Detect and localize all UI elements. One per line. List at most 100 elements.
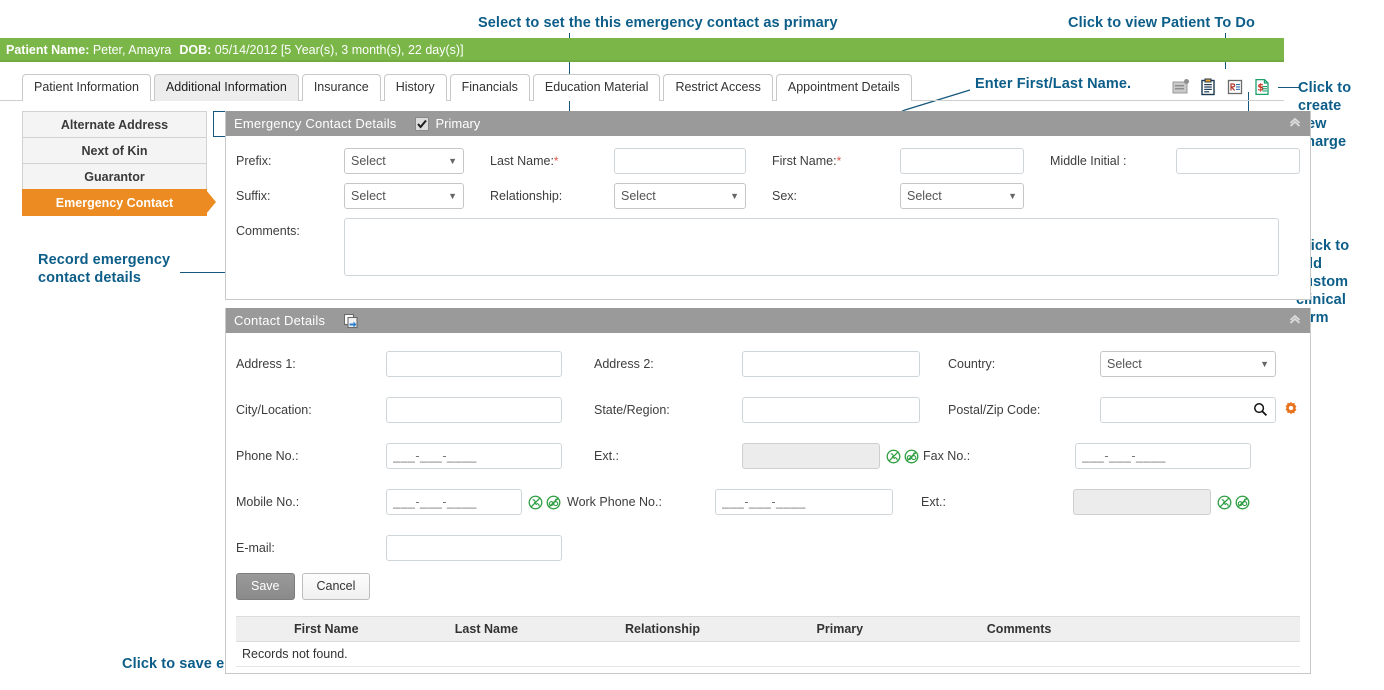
sex-select[interactable]: Select ▼: [900, 183, 1024, 209]
tab-patient-information[interactable]: Patient Information: [22, 74, 151, 101]
postal-input-wrapper: [1100, 397, 1276, 423]
chevron-down-icon: ▼: [1260, 359, 1269, 369]
chevron-down-icon: ▼: [1008, 191, 1017, 201]
copy-from-patient-icon[interactable]: [343, 313, 359, 329]
emergency-row-2: Suffix: Select ▼ Relationship: Select ▼ …: [236, 183, 1300, 209]
phone-input[interactable]: [386, 443, 562, 469]
annotation-patient-todo: Click to view Patient To Do: [1068, 15, 1255, 31]
last-name-input[interactable]: [614, 148, 746, 174]
address1-input[interactable]: [386, 351, 562, 377]
emergency-contact-panel: Emergency Contact Details Primary Prefix…: [225, 111, 1311, 300]
phone-nocall-icons: [886, 449, 919, 464]
prefix-select[interactable]: Select ▼: [344, 148, 464, 174]
patient-name-value: Peter, Amayra: [92, 43, 172, 57]
chevron-up-icon[interactable]: [1288, 115, 1302, 129]
sidebar-item-guarantor[interactable]: Guarantor: [22, 163, 207, 189]
contact-details-panel-title: Contact Details: [234, 313, 326, 328]
emergency-row-3: Comments:: [236, 218, 1300, 276]
relationship-select-value: Select: [621, 189, 656, 203]
middle-initial-input[interactable]: [1176, 148, 1300, 174]
country-select[interactable]: Select ▼: [1100, 351, 1276, 377]
do-not-call-icon[interactable]: [528, 495, 543, 510]
comments-textarea[interactable]: [344, 218, 1279, 276]
ext2-input[interactable]: [1073, 489, 1211, 515]
first-name-input[interactable]: [900, 148, 1024, 174]
patient-name-group: Patient Name: Peter, Amayra: [6, 43, 171, 57]
main-tabstrip: Patient Information Additional Informati…: [0, 72, 1284, 101]
postal-label: Postal/Zip Code:: [948, 403, 1041, 417]
tab-financials[interactable]: Financials: [449, 74, 530, 101]
country-label: Country:: [948, 357, 996, 371]
do-not-text-icon[interactable]: [1235, 495, 1250, 510]
patient-dob-group: DOB: 05/14/2012 [5 Year(s), 3 month(s), …: [179, 43, 463, 57]
application-window: Patient Name: Peter, Amayra DOB: 05/14/2…: [0, 38, 1311, 674]
fax-label: Fax No.:: [923, 449, 971, 463]
primary-checkbox[interactable]: [414, 116, 429, 131]
ext1-input[interactable]: [742, 443, 880, 469]
col-last-name[interactable]: Last Name: [448, 616, 620, 642]
contact-row-3: Phone No.: Ext.:: [236, 443, 1300, 469]
do-not-call-icon[interactable]: [1217, 495, 1232, 510]
postal-input[interactable]: [1100, 397, 1276, 423]
chevron-up-icon[interactable]: [1288, 312, 1302, 326]
country-select-value: Select: [1107, 357, 1142, 371]
do-not-text-icon[interactable]: [904, 449, 919, 464]
last-name-label-text: Last Name:: [490, 154, 554, 168]
chevron-down-icon: ▼: [730, 191, 739, 201]
patient-dob-value: 05/14/2012 [5 Year(s), 3 month(s), 22 da…: [214, 43, 464, 57]
save-button[interactable]: Save: [236, 573, 295, 600]
suffix-select[interactable]: Select ▼: [344, 183, 464, 209]
tab-history[interactable]: History: [383, 74, 447, 101]
do-not-text-icon[interactable]: [546, 495, 561, 510]
address2-label: Address 2:: [594, 357, 654, 371]
col-primary[interactable]: Primary: [810, 616, 981, 642]
emergency-contact-panel-body: Prefix: Select ▼ Last Name:* First Name:…: [226, 136, 1310, 299]
email-label: E-mail:: [236, 541, 275, 555]
ext2-nocall-icons: [1217, 495, 1250, 510]
do-not-call-icon[interactable]: [886, 449, 901, 464]
annotation-primary: Select to set the this emergency contact…: [478, 15, 838, 31]
contact-row-5: E-mail:: [236, 535, 1300, 561]
col-comments[interactable]: Comments: [980, 616, 1300, 642]
mobile-label: Mobile No.:: [236, 495, 300, 509]
cancel-button[interactable]: Cancel: [301, 573, 371, 600]
relationship-select[interactable]: Select ▼: [614, 183, 746, 209]
emergency-contact-panel-title: Emergency Contact Details: [234, 116, 397, 131]
search-icon[interactable]: [1253, 402, 1268, 422]
sidebar-item-emergency-contact[interactable]: Emergency Contact: [22, 189, 216, 216]
fax-input[interactable]: [1075, 443, 1251, 469]
sidebar-item-next-of-kin[interactable]: Next of Kin: [22, 137, 207, 163]
tab-education-material[interactable]: Education Material: [532, 74, 661, 101]
sidebar-item-alternate-address[interactable]: Alternate Address: [22, 111, 207, 137]
city-input[interactable]: [386, 397, 562, 423]
col-relationship[interactable]: Relationship: [619, 616, 811, 642]
tab-additional-information[interactable]: Additional Information: [153, 74, 299, 101]
emergency-contact-panel-header: Emergency Contact Details Primary: [226, 111, 1310, 136]
table-header-row: First Name Last Name Relationship Primar…: [236, 616, 1300, 642]
mobile-input[interactable]: [386, 489, 522, 515]
primary-checkbox-label[interactable]: Primary: [436, 116, 481, 131]
contact-details-panel-header: Contact Details: [226, 308, 1310, 333]
tab-appointment-details[interactable]: Appointment Details: [775, 74, 912, 101]
relationship-label: Relationship:: [490, 189, 563, 203]
suffix-select-value: Select: [351, 189, 386, 203]
patient-dob-label: DOB:: [179, 43, 212, 57]
tab-restrict-access[interactable]: Restrict Access: [663, 74, 773, 101]
tab-insurance[interactable]: Insurance: [301, 74, 381, 101]
empty-message: Records not found.: [236, 641, 1300, 667]
emergency-row-1: Prefix: Select ▼ Last Name:* First Name:…: [236, 148, 1300, 174]
work-phone-input[interactable]: [715, 489, 893, 515]
contact-row-2: City/Location: State/Region: Postal/Zip …: [236, 397, 1300, 423]
patient-name-label: Patient Name:: [6, 43, 90, 57]
address2-input[interactable]: [742, 351, 920, 377]
address1-label: Address 1:: [236, 357, 296, 371]
chevron-down-icon: ▼: [448, 191, 457, 201]
form-action-buttons: Save Cancel: [236, 573, 1300, 600]
email-input[interactable]: [386, 535, 562, 561]
state-input[interactable]: [742, 397, 920, 423]
phone-label: Phone No.:: [236, 449, 299, 463]
comments-label: Comments:: [236, 224, 300, 238]
gear-icon[interactable]: [1284, 401, 1298, 420]
panels-column: Emergency Contact Details Primary Prefix…: [225, 111, 1311, 674]
col-first-name[interactable]: First Name: [236, 616, 449, 642]
